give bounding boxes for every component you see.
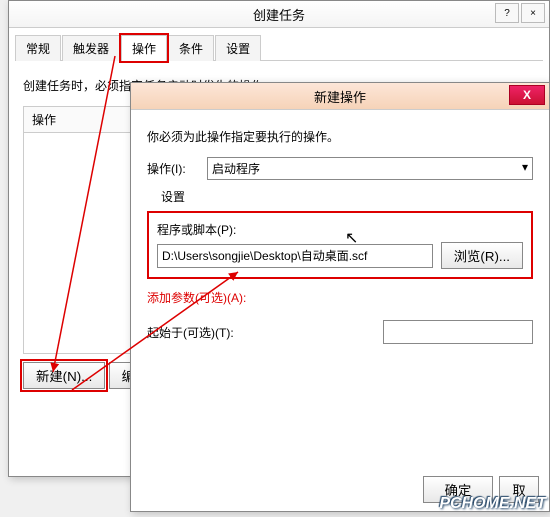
program-path-input[interactable]: D:\Users\songjie\Desktop\自动桌面.scf — [157, 244, 433, 268]
close-dialog-button[interactable]: X — [509, 85, 545, 105]
tab-actions[interactable]: 操作 — [121, 35, 167, 61]
args-label: 添加参数(可选)(A): — [147, 289, 533, 306]
window-buttons: ? × — [493, 3, 545, 23]
dlg-titlebar: 新建操作 X — [131, 83, 549, 110]
startin-label: 起始于(可选)(T): — [147, 324, 257, 341]
tab-strip: 常规 触发器 操作 条件 设置 — [15, 34, 543, 61]
action-row: 操作(I): 启动程序 — [147, 157, 533, 180]
program-label: 程序或脚本(P): — [157, 221, 523, 238]
help-button[interactable]: ? — [495, 3, 519, 23]
close-main-button[interactable]: × — [521, 3, 545, 23]
browse-button[interactable]: 浏览(R)... — [441, 242, 523, 269]
startin-row: 起始于(可选)(T): — [147, 320, 533, 344]
tab-settings[interactable]: 设置 — [215, 35, 261, 61]
dlg-window-buttons: X — [509, 85, 545, 105]
tab-triggers[interactable]: 触发器 — [62, 35, 120, 61]
action-label: 操作(I): — [147, 160, 207, 177]
action-select[interactable]: 启动程序 — [207, 157, 533, 180]
tab-conditions[interactable]: 条件 — [168, 35, 214, 61]
dlg-body: 你必须为此操作指定要执行的操作。 操作(I): 启动程序 设置 程序或脚本(P)… — [131, 110, 549, 364]
main-title: 创建任务 — [253, 5, 305, 24]
main-titlebar: 创建任务 ? × — [9, 1, 549, 28]
new-action-button[interactable]: 新建(N)... — [23, 362, 105, 389]
dlg-hint: 你必须为此操作指定要执行的操作。 — [147, 128, 533, 145]
program-group: 程序或脚本(P): D:\Users\songjie\Desktop\自动桌面.… — [147, 211, 533, 279]
watermark: PCHOME.NET — [439, 495, 546, 513]
new-action-dialog: 新建操作 X 你必须为此操作指定要执行的操作。 操作(I): 启动程序 设置 程… — [130, 82, 550, 512]
tab-general[interactable]: 常规 — [15, 35, 61, 61]
settings-label: 设置 — [161, 188, 533, 205]
startin-input[interactable] — [383, 320, 533, 344]
dlg-title: 新建操作 — [314, 87, 366, 106]
path-row: D:\Users\songjie\Desktop\自动桌面.scf 浏览(R).… — [157, 242, 523, 269]
